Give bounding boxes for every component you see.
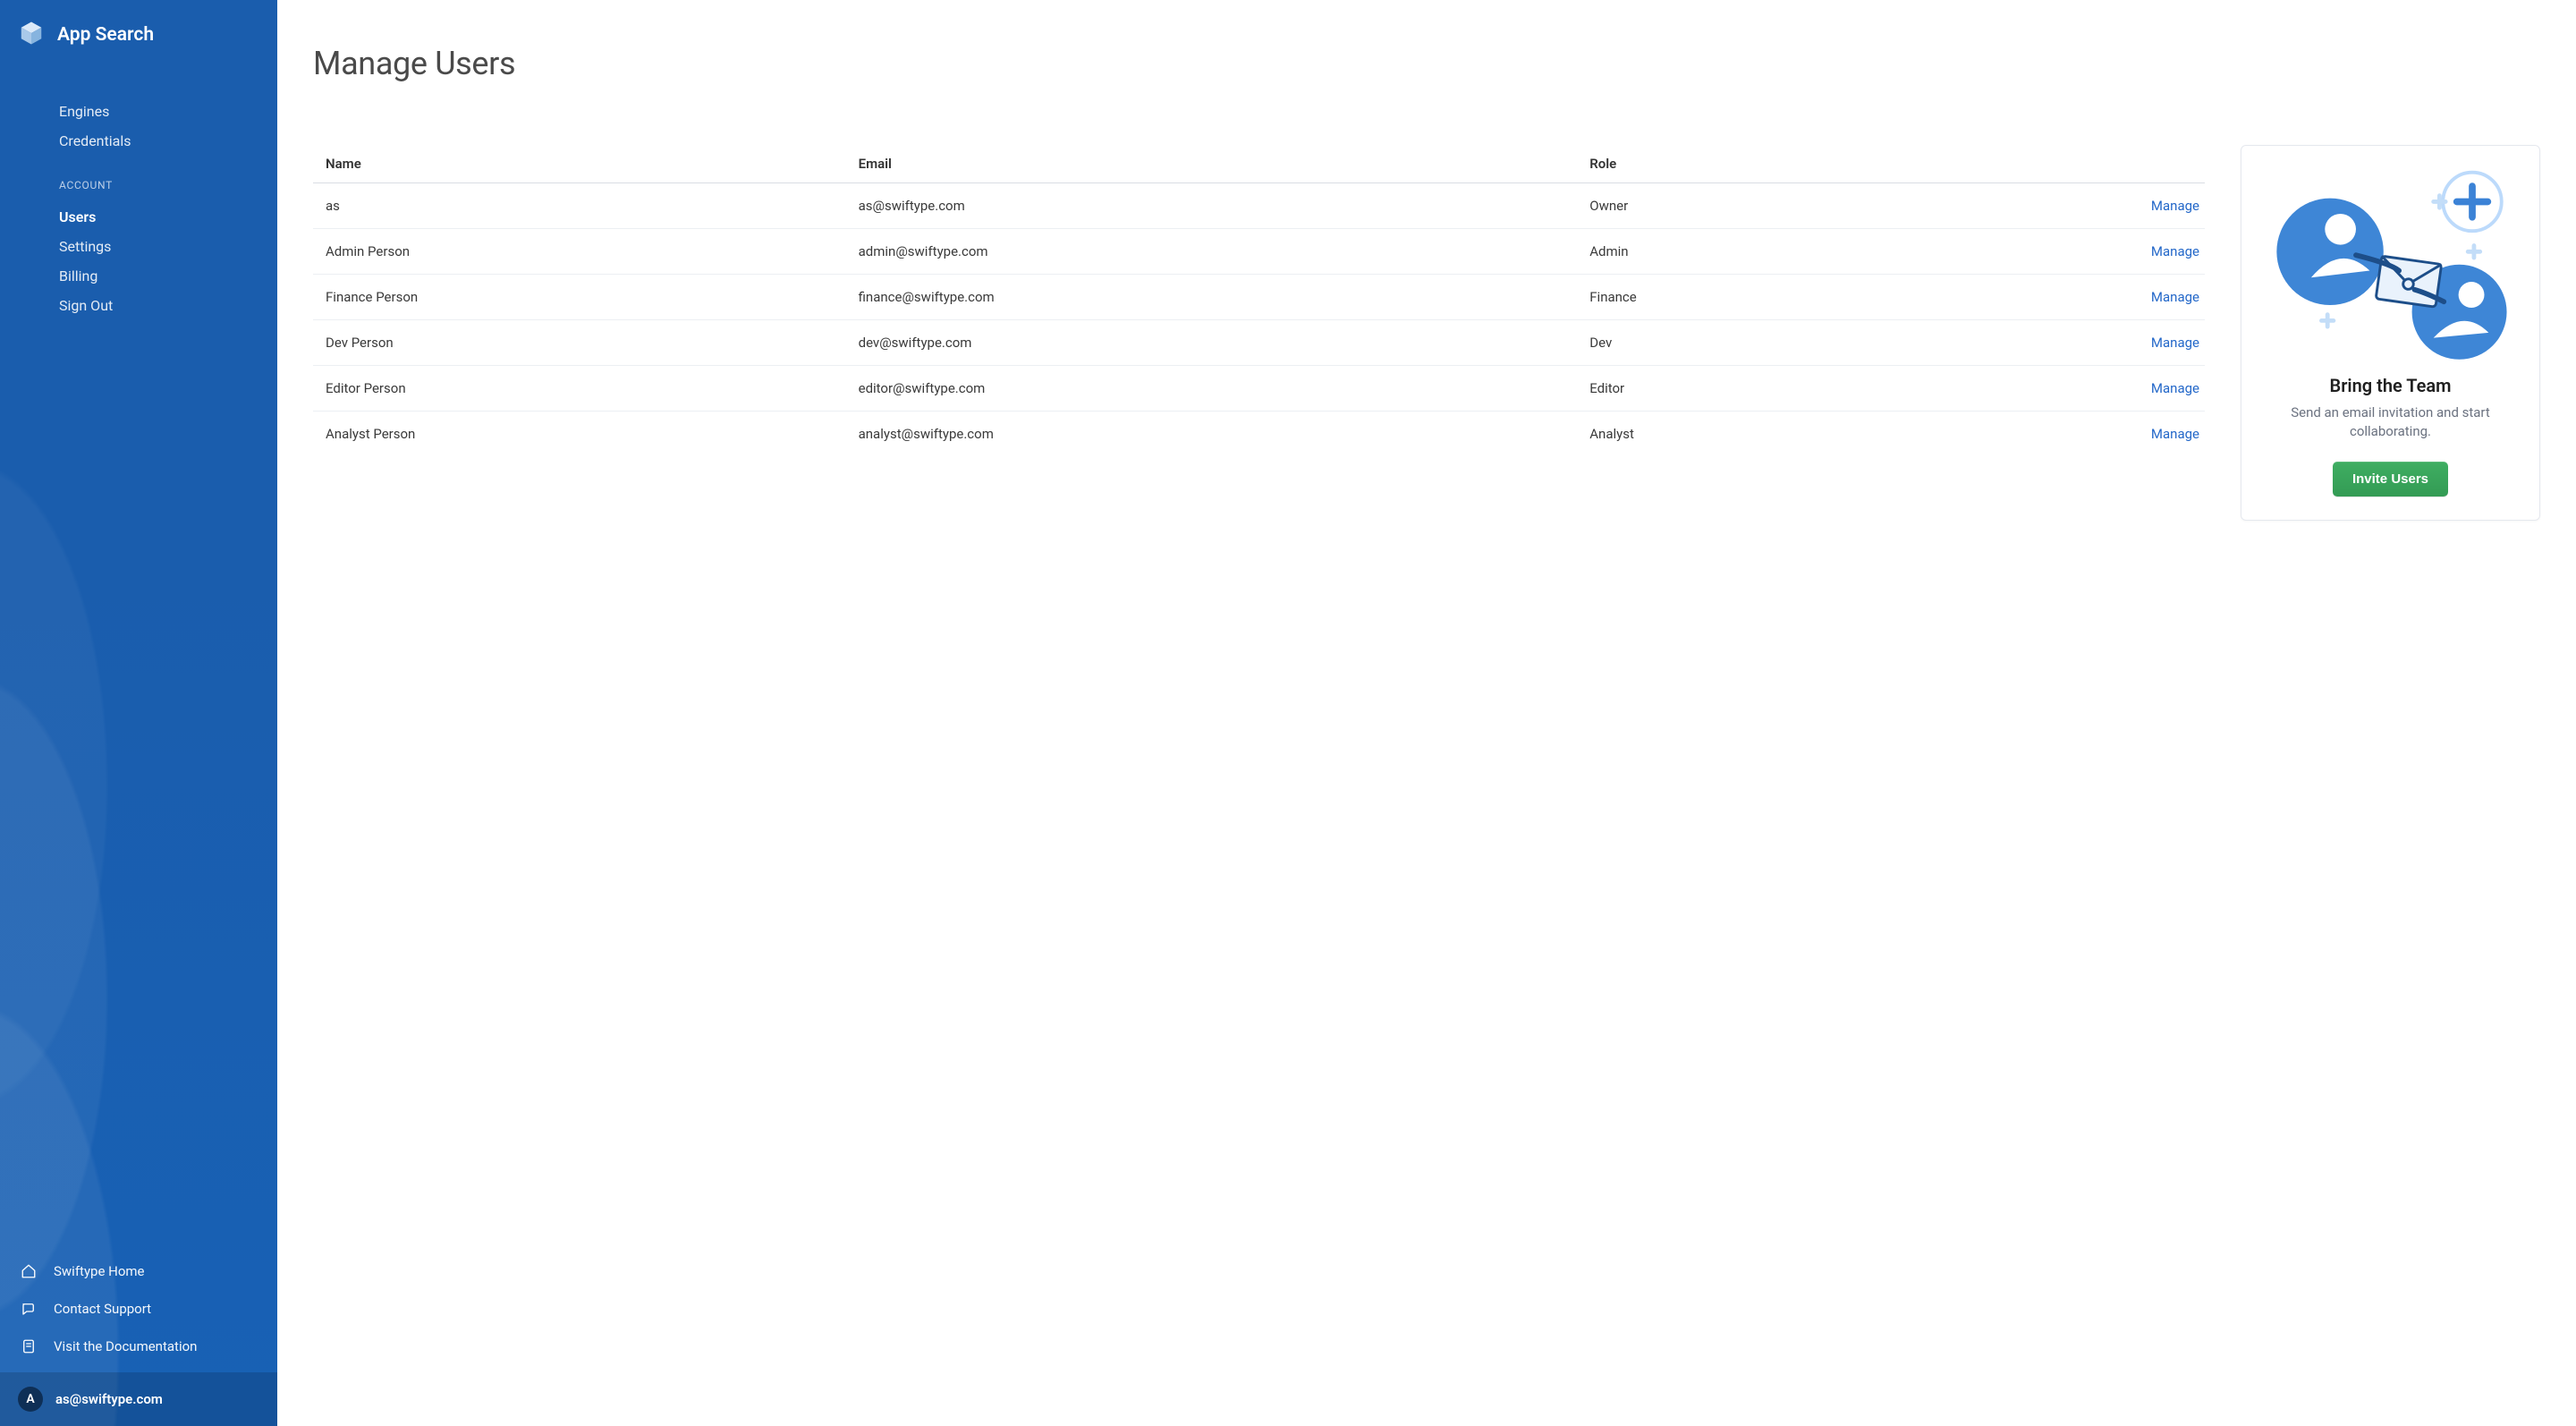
brand-title: App Search (57, 24, 154, 46)
col-role: Role (1577, 145, 1903, 183)
docs-icon (20, 1338, 38, 1354)
cell-role: Analyst (1577, 412, 1903, 457)
col-actions (1904, 145, 2205, 183)
users-table: Name Email Role asas@swiftype.comOwner Ma… (313, 145, 2205, 456)
manage-user-link[interactable]: Manage (2151, 426, 2199, 442)
footer-link-docs[interactable]: Visit the Documentation (0, 1328, 277, 1365)
page-title: Manage Users (313, 45, 2540, 82)
footer-link-label: Visit the Documentation (54, 1338, 197, 1354)
invite-card-title: Bring the Team (2261, 375, 2520, 396)
main-content: Manage Users Name Email Role asas@swifty… (277, 0, 2576, 1426)
table-row: Editor Personeditor@swiftype.comEditor Ma… (313, 366, 2205, 412)
manage-user-link[interactable]: Manage (2151, 380, 2199, 396)
sidebar-item-sign-out[interactable]: Sign Out (0, 291, 277, 320)
footer-link-home[interactable]: Swiftype Home (0, 1252, 277, 1290)
current-user-email: as@swiftype.com (55, 1391, 163, 1407)
cell-role: Finance (1577, 275, 1903, 320)
sidebar-item-users[interactable]: Users (0, 202, 277, 232)
sidebar: App Search Engines Credentials ACCOUNT U… (0, 0, 277, 1426)
cell-name: Analyst Person (313, 412, 846, 457)
cell-email: editor@swiftype.com (846, 366, 1578, 412)
table-row: Admin Personadmin@swiftype.comAdmin Manag… (313, 229, 2205, 275)
cell-action: Manage (1904, 229, 2205, 275)
cell-action: Manage (1904, 412, 2205, 457)
footer-link-support[interactable]: Contact Support (0, 1290, 277, 1328)
footer-link-label: Swiftype Home (54, 1263, 145, 1279)
cell-role: Editor (1577, 366, 1903, 412)
col-name: Name (313, 145, 846, 183)
table-row: asas@swiftype.comOwner Manage (313, 183, 2205, 229)
current-user[interactable]: A as@swiftype.com (0, 1372, 277, 1426)
cell-role: Admin (1577, 229, 1903, 275)
invite-users-button[interactable]: Invite Users (2333, 462, 2448, 497)
sidebar-item-billing[interactable]: Billing (0, 261, 277, 291)
avatar: A (18, 1387, 43, 1412)
manage-user-link[interactable]: Manage (2151, 289, 2199, 305)
cell-email: analyst@swiftype.com (846, 412, 1578, 457)
chat-icon (20, 1301, 38, 1317)
invite-card-description: Send an email invitation and start colla… (2261, 403, 2520, 443)
cell-email: admin@swiftype.com (846, 229, 1578, 275)
cube-icon (18, 20, 45, 50)
invite-card: Bring the Team Send an email invitation … (2241, 145, 2540, 521)
cell-action: Manage (1904, 320, 2205, 366)
cell-name: as (313, 183, 846, 229)
cell-name: Admin Person (313, 229, 846, 275)
col-email: Email (846, 145, 1578, 183)
table-row: Finance Personfinance@swiftype.comFinanc… (313, 275, 2205, 320)
sidebar-item-engines[interactable]: Engines (0, 97, 277, 126)
manage-user-link[interactable]: Manage (2151, 243, 2199, 259)
cell-name: Editor Person (313, 366, 846, 412)
footer-link-label: Contact Support (54, 1301, 151, 1317)
brand[interactable]: App Search (0, 0, 277, 61)
cell-name: Dev Person (313, 320, 846, 366)
cell-action: Manage (1904, 275, 2205, 320)
primary-nav: Engines Credentials ACCOUNT Users Settin… (0, 61, 277, 1245)
cell-role: Dev (1577, 320, 1903, 366)
users-table-wrapper: Name Email Role asas@swiftype.comOwner Ma… (313, 145, 2205, 456)
cell-role: Owner (1577, 183, 1903, 229)
cell-email: finance@swiftype.com (846, 275, 1578, 320)
sidebar-footer-links: Swiftype Home Contact Support Visit the … (0, 1245, 277, 1365)
table-row: Analyst Personanalyst@swiftype.comAnalys… (313, 412, 2205, 457)
manage-user-link[interactable]: Manage (2151, 198, 2199, 214)
home-icon (20, 1263, 38, 1279)
cell-email: as@swiftype.com (846, 183, 1578, 229)
team-illustration-icon (2261, 166, 2520, 364)
manage-user-link[interactable]: Manage (2151, 335, 2199, 351)
cell-name: Finance Person (313, 275, 846, 320)
cell-action: Manage (1904, 183, 2205, 229)
sidebar-item-settings[interactable]: Settings (0, 232, 277, 261)
cell-email: dev@swiftype.com (846, 320, 1578, 366)
table-row: Dev Persondev@swiftype.comDev Manage (313, 320, 2205, 366)
cell-action: Manage (1904, 366, 2205, 412)
sidebar-item-credentials[interactable]: Credentials (0, 126, 277, 156)
nav-group-account: ACCOUNT (0, 172, 277, 199)
